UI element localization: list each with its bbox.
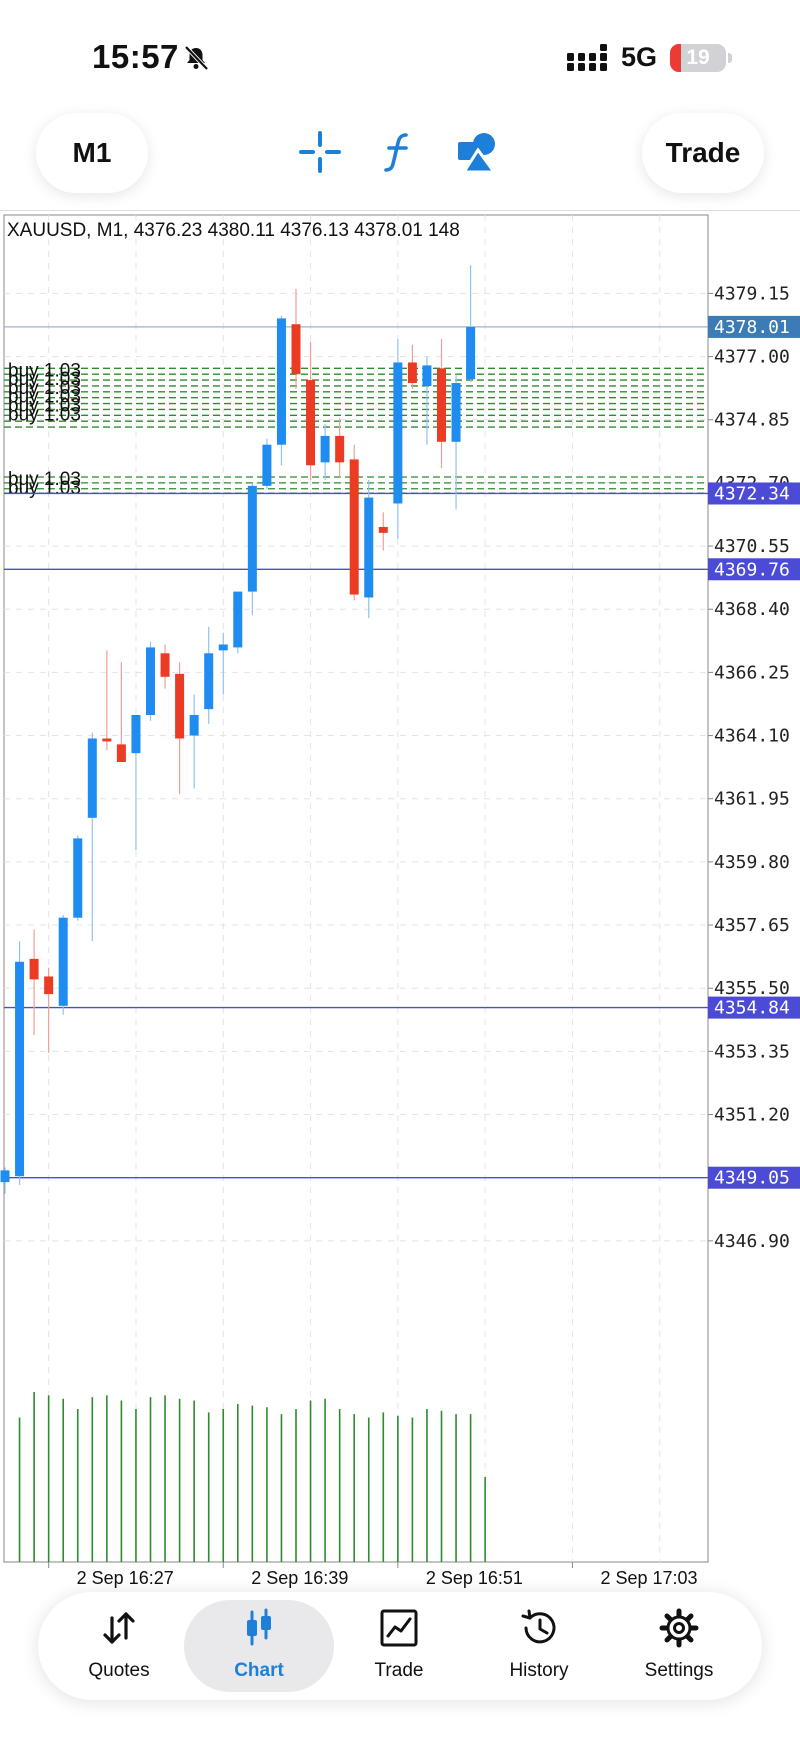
y-tick-label: 4374.85 [714, 410, 790, 431]
y-tick-label: 4355.50 [714, 978, 790, 999]
y-tick-label: 4353.35 [714, 1041, 790, 1062]
y-tick-label: 4361.95 [714, 789, 790, 810]
x-tick-label: 2 Sep 16:39 [251, 1568, 348, 1588]
candle-body [204, 653, 214, 710]
candle-body [189, 714, 199, 736]
trade-icon [380, 1609, 418, 1647]
crosshair-icon[interactable] [298, 130, 342, 174]
current-price-label: 4378.01 [714, 317, 790, 338]
status-time: 15:57 [92, 38, 179, 75]
quotes-icon [103, 1612, 135, 1644]
candle-body [131, 714, 141, 754]
battery-icon: 19 [670, 44, 726, 72]
candle-body [262, 444, 272, 486]
candle-body [378, 526, 388, 533]
chart-quote-header: XAUUSD, M1, 4376.23 4380.11 4376.13 4378… [7, 220, 460, 241]
x-tick-label: 2 Sep 17:03 [600, 1568, 697, 1588]
y-tick-label: 4351.20 [714, 1105, 790, 1126]
y-tick-label: 4346.90 [714, 1231, 790, 1252]
price-level-label: 4354.84 [714, 998, 790, 1019]
nav-settings[interactable]: Settings [604, 1600, 754, 1692]
candle-body [320, 435, 330, 463]
y-tick-label: 4377.00 [714, 347, 790, 368]
y-tick-label: 4370.55 [714, 536, 790, 557]
network-type: 5G [621, 42, 658, 72]
candle-body [306, 380, 316, 466]
candle-body [73, 838, 83, 918]
bottom-navigation: Quotes Chart Trade History Settings [38, 1592, 762, 1700]
candle-body [247, 485, 257, 592]
candle-body [218, 644, 228, 651]
timeframe-button[interactable]: M1 [36, 113, 148, 193]
cellular-signal-icon [567, 44, 607, 71]
history-icon [521, 1609, 556, 1644]
y-tick-label: 4368.40 [714, 599, 790, 620]
nav-quotes[interactable]: Quotes [44, 1600, 194, 1692]
settings-icon [659, 1608, 699, 1648]
candle-body [291, 324, 301, 375]
nav-quotes-label: Quotes [88, 1660, 150, 1681]
price-chart[interactable]: 4379.154377.004374.854372.704370.554368.… [0, 212, 800, 1592]
y-tick-label: 4364.10 [714, 726, 790, 747]
candle-body [15, 961, 25, 1177]
battery-level: 19 [686, 46, 710, 69]
candle-body [87, 738, 97, 818]
order-label: buy 1.03 [8, 404, 81, 425]
nav-chart[interactable]: Chart [184, 1600, 334, 1692]
candle-body [160, 653, 170, 677]
candle-body [364, 497, 374, 598]
nav-trade-label: Trade [374, 1660, 424, 1681]
x-tick-label: 2 Sep 16:27 [77, 1568, 174, 1588]
nav-settings-label: Settings [644, 1660, 714, 1681]
candle-body [146, 647, 155, 715]
candle-body [276, 318, 286, 445]
battery-cap [728, 53, 732, 63]
price-level-label: 4349.05 [714, 1168, 790, 1189]
candle-body [437, 368, 446, 442]
candle-body [175, 673, 185, 739]
nav-history-label: History [509, 1660, 569, 1681]
indicators-icon[interactable] [376, 130, 420, 174]
candle-body [349, 459, 359, 595]
candle-body [0, 1170, 10, 1183]
nav-history[interactable]: History [464, 1600, 614, 1692]
y-tick-label: 4357.65 [714, 915, 790, 936]
candle-body [58, 917, 68, 1006]
y-tick-label: 4379.15 [714, 283, 790, 304]
candle-body [29, 958, 39, 980]
x-tick-label: 2 Sep 16:51 [426, 1568, 523, 1588]
candle-body [466, 326, 476, 380]
price-chart-svg[interactable]: 4379.154377.004374.854372.704370.554368.… [0, 212, 800, 1592]
price-level-label: 4372.34 [714, 483, 790, 504]
chart-icon [247, 1608, 271, 1646]
chart-toolbar: M1 Trade [0, 110, 800, 211]
y-tick-label: 4366.25 [714, 662, 790, 683]
candle-body [451, 383, 461, 442]
candle-body [102, 738, 112, 742]
objects-icon[interactable] [456, 130, 500, 174]
trade-button[interactable]: Trade [642, 113, 764, 193]
bell-muted-icon [184, 45, 209, 71]
order-label: buy 1.03 [8, 478, 81, 499]
candle-body [407, 362, 417, 384]
candle-body [335, 435, 345, 463]
y-tick-label: 4359.80 [714, 852, 790, 873]
nav-chart-label: Chart [234, 1660, 284, 1681]
candle-body [233, 591, 243, 648]
candle-body [44, 976, 54, 995]
candle-body [422, 365, 432, 386]
price-level-label: 4369.76 [714, 559, 790, 580]
candle-body [393, 362, 403, 504]
nav-trade[interactable]: Trade [324, 1600, 474, 1692]
candle-body [116, 744, 126, 762]
status-bar: 15:57 5G 19 [0, 0, 800, 110]
chart-frame [3, 214, 709, 1563]
